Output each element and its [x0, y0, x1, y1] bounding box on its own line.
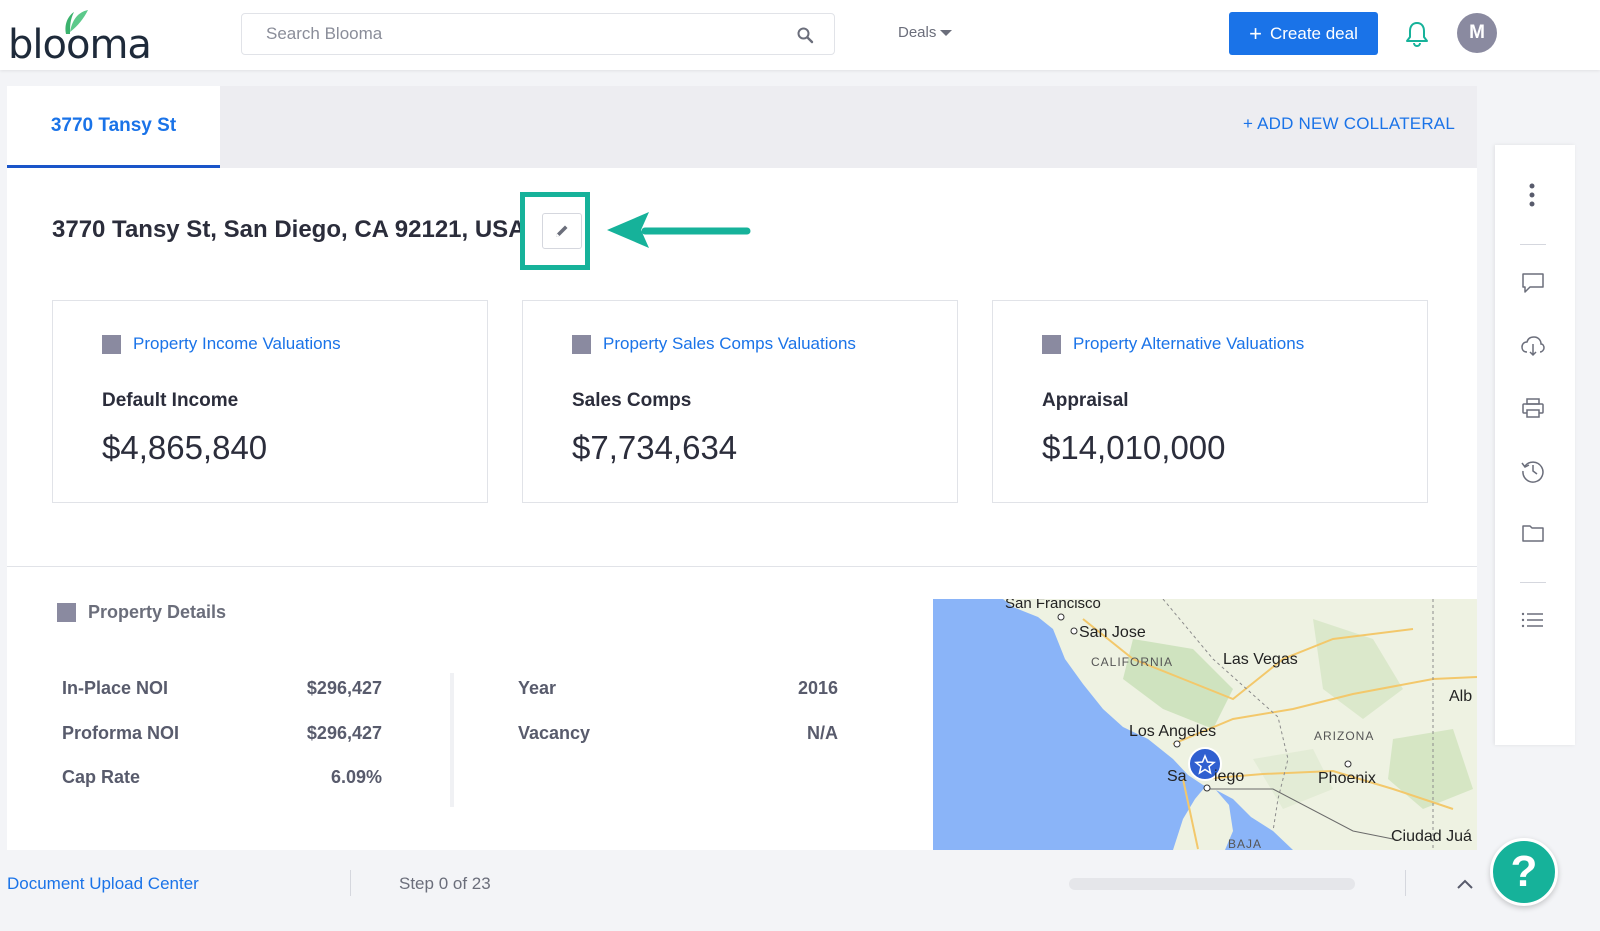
alternative-valuations-link[interactable]: Property Alternative Valuations: [1073, 334, 1304, 354]
logo-text: blooma: [8, 22, 152, 68]
edit-address-button[interactable]: [542, 213, 582, 249]
column-divider: [450, 673, 454, 807]
valuation-label: Default Income: [102, 390, 239, 411]
map-label-los-angeles: Los Angeles: [1129, 723, 1216, 740]
property-map[interactable]: San Francisco San Jose CALIFORNIA Las Ve…: [933, 599, 1477, 850]
deals-dropdown[interactable]: Deals: [898, 24, 953, 41]
footer-divider: [350, 870, 351, 896]
map-label-san-francisco: San Francisco: [1005, 599, 1101, 612]
more-vertical-icon[interactable]: [1528, 182, 1536, 208]
detail-value: 2016: [797, 678, 838, 698]
step-counter: Step 0 of 23: [399, 874, 491, 893]
tab-collateral-active[interactable]: 3770 Tansy St: [7, 86, 220, 168]
search-icon[interactable]: [796, 26, 814, 44]
progress-bar: [1069, 878, 1355, 890]
edit-highlight-box: [520, 192, 590, 270]
add-new-collateral-link[interactable]: + ADD NEW COLLATERAL: [1243, 114, 1455, 134]
search-box[interactable]: [241, 13, 835, 55]
map-label-san-diego: Sa: [1167, 768, 1187, 785]
document-upload-center-link[interactable]: Document Upload Center: [7, 874, 199, 894]
comment-icon[interactable]: [1521, 272, 1545, 294]
map-label-california: CALIFORNIA: [1091, 655, 1173, 669]
page-title: 3770 Tansy St, San Diego, CA 92121, USA: [52, 216, 526, 243]
detail-value: N/A: [807, 723, 838, 743]
map-label-san-jose: San Jose: [1079, 624, 1146, 641]
avatar[interactable]: M: [1457, 13, 1497, 53]
detail-label: Year: [518, 678, 557, 698]
square-icon: [102, 334, 121, 354]
valuation-amount: $4,865,840: [102, 429, 268, 466]
valuation-label: Appraisal: [1042, 390, 1129, 411]
valuation-amount: $14,010,000: [1042, 429, 1226, 466]
search-input[interactable]: [266, 14, 786, 54]
sales-comps-valuations-link[interactable]: Property Sales Comps Valuations: [603, 334, 856, 354]
history-icon[interactable]: [1520, 458, 1546, 484]
detail-label: Vacancy: [518, 723, 591, 743]
side-toolbar: [1495, 145, 1575, 745]
top-header: blooma Deals + Create deal M: [0, 0, 1600, 70]
blooma-logo[interactable]: blooma: [8, 8, 152, 68]
create-deal-button[interactable]: + Create deal: [1229, 12, 1378, 55]
collateral-tabbar: 3770 Tansy St + ADD NEW COLLATERAL: [7, 86, 1477, 168]
chevron-up-icon[interactable]: [1456, 878, 1474, 890]
detail-value: $296,427: [306, 723, 382, 743]
detail-label: In-Place NOI: [62, 678, 169, 698]
pencil-icon: [556, 225, 568, 237]
footer-divider: [1405, 870, 1406, 896]
valuation-label: Sales Comps: [572, 390, 692, 411]
square-icon: [572, 334, 591, 354]
valuation-card-income: Property Income Valuations Default Incom…: [52, 300, 488, 503]
map-label-arizona: ARIZONA: [1314, 729, 1374, 743]
deals-label: Deals: [898, 24, 937, 41]
toolbar-divider: [1520, 582, 1546, 583]
print-icon[interactable]: [1521, 397, 1545, 419]
square-icon: [57, 603, 76, 622]
property-panel: 3770 Tansy St, San Diego, CA 92121, USA …: [7, 168, 1477, 850]
map-label-baja: BAJA: [1228, 837, 1262, 850]
section-divider: [7, 566, 1477, 567]
valuation-card-alternative: Property Alternative Valuations Appraisa…: [992, 300, 1428, 503]
map-label-las-vegas: Las Vegas: [1223, 651, 1298, 668]
detail-value: $296,427: [306, 678, 382, 698]
detail-label: Proforma NOI: [62, 723, 180, 743]
list-icon[interactable]: [1521, 611, 1545, 629]
folder-icon[interactable]: [1521, 523, 1545, 543]
bell-icon[interactable]: [1404, 20, 1430, 48]
map-label-phoenix: Phoenix: [1318, 770, 1376, 787]
property-details-header: Property Details: [57, 602, 226, 623]
map-label-ciudad: Ciudad Juá: [1391, 828, 1472, 845]
detail-label: Cap Rate: [62, 767, 141, 787]
chevron-down-icon: [940, 29, 953, 36]
cloud-download-icon[interactable]: [1520, 335, 1546, 357]
income-valuations-link[interactable]: Property Income Valuations: [133, 334, 341, 354]
valuation-amount: $7,734,634: [572, 429, 738, 466]
help-button[interactable]: ?: [1490, 838, 1558, 906]
square-icon: [1042, 334, 1061, 354]
detail-value: 6.09%: [330, 767, 382, 787]
valuation-card-sales-comps: Property Sales Comps Valuations Sales Co…: [522, 300, 958, 503]
map-label-alb: Alb: [1449, 688, 1472, 705]
help-icon: ?: [1510, 847, 1538, 896]
property-details-title: Property Details: [88, 602, 227, 622]
map-label-san-diego: iego: [1214, 768, 1244, 785]
toolbar-divider: [1520, 244, 1546, 245]
create-deal-label: Create deal: [1269, 23, 1358, 43]
bottom-bar: Document Upload Center Step 0 of 23: [0, 850, 1600, 931]
plus-icon: +: [1249, 20, 1262, 46]
arrow-left-icon: [607, 212, 751, 248]
